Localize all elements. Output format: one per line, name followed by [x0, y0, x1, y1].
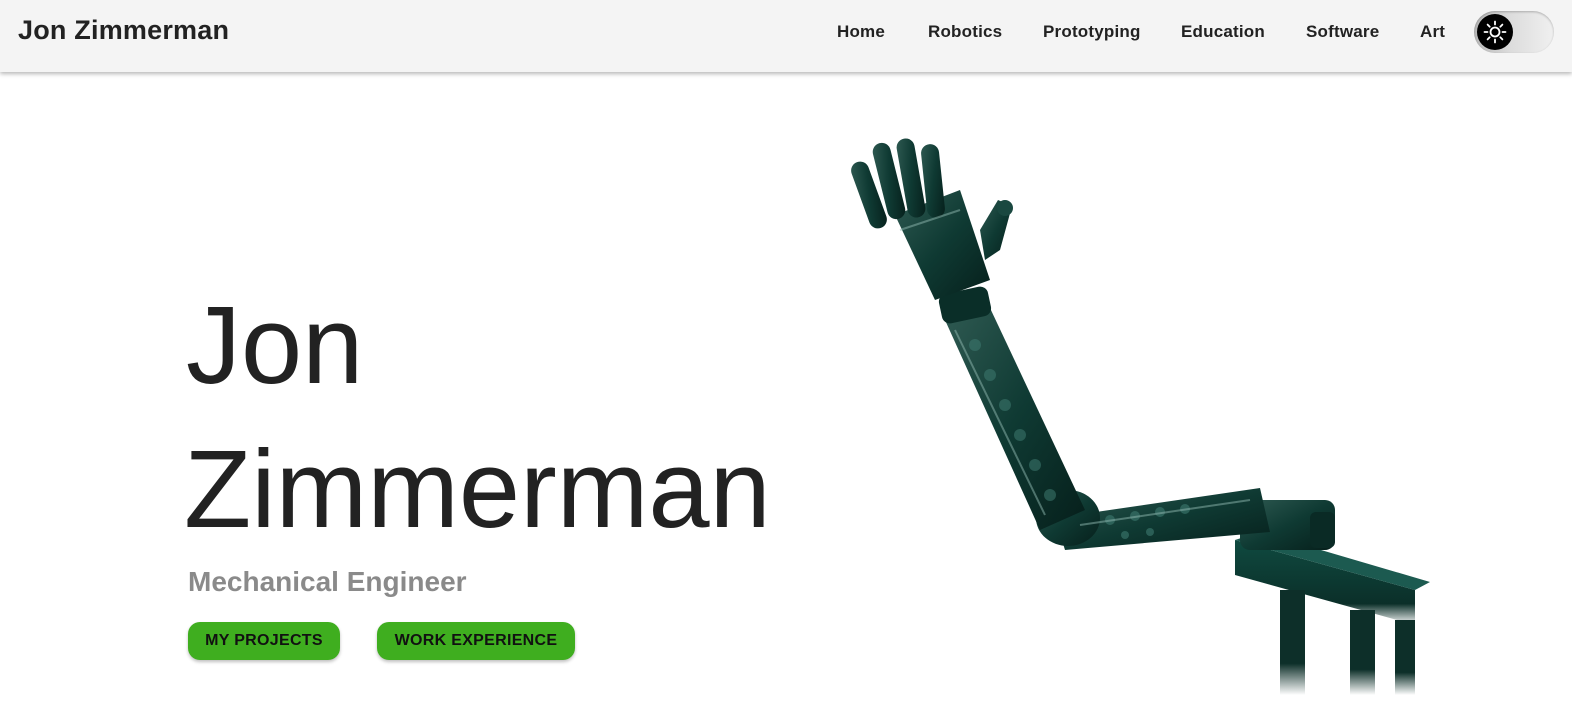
hero-subtitle: Mechanical Engineer [188, 566, 467, 597]
theme-toggle[interactable] [1474, 11, 1554, 53]
brand-name[interactable]: Jon Zimmerman [18, 15, 229, 46]
nav-software[interactable]: Software [1306, 22, 1379, 42]
nav-education[interactable]: Education [1181, 22, 1265, 42]
hero-last-name: Zimmerman [184, 428, 771, 551]
nav-prototyping[interactable]: Prototyping [1043, 22, 1141, 42]
my-projects-button[interactable]: MY PROJECTS [188, 622, 340, 660]
navbar: Jon Zimmerman Home Robotics Prototyping … [0, 0, 1572, 72]
toggle-knob [1477, 14, 1513, 50]
nav-home[interactable]: Home [837, 22, 885, 42]
sun-icon [1483, 20, 1507, 44]
nav-robotics[interactable]: Robotics [928, 22, 1002, 42]
hero-first-name: Jon [186, 284, 364, 407]
work-experience-button[interactable]: WORK EXPERIENCE [377, 622, 575, 660]
nav-art[interactable]: Art [1420, 22, 1445, 42]
robotic-arm-icon [851, 138, 1430, 695]
